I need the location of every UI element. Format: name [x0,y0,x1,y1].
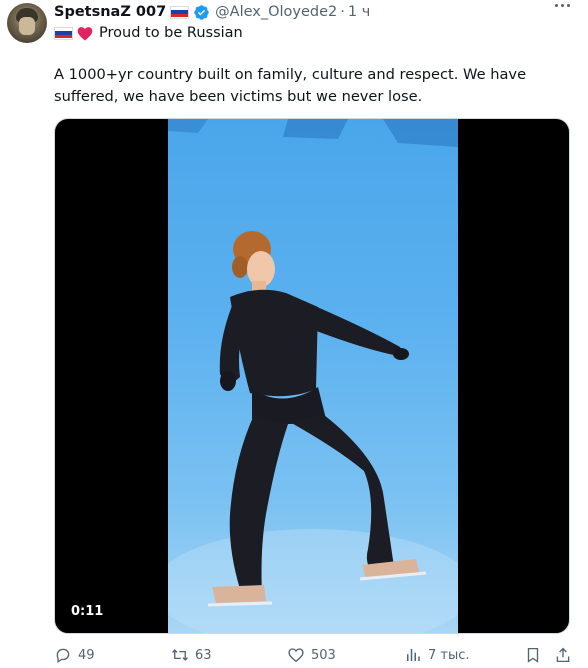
views-button[interactable]: 7 тыс. [404,646,470,664]
repost-icon [172,649,188,661]
share-icon [556,647,570,663]
russian-flag-icon [54,26,73,40]
bookmark-button[interactable] [524,646,542,664]
bookmark-icon [527,647,539,663]
like-count: 503 [311,647,336,663]
video-player[interactable]: 0:11 [54,118,570,634]
avatar[interactable] [7,3,47,43]
repost-count: 63 [195,647,212,663]
bio-line: Proud to be Russian [54,25,243,41]
timestamp[interactable]: 1 ч [348,4,370,20]
red-heart-icon [77,26,93,40]
reply-button[interactable]: 49 [54,646,95,664]
bio-text: Proud to be Russian [99,25,243,41]
verified-badge-icon[interactable] [193,4,210,21]
more-options-icon[interactable] [555,4,570,7]
share-button[interactable] [554,646,572,664]
analytics-icon [407,649,420,661]
user-handle[interactable]: @Alex_Oloyede2 [215,4,337,20]
tweet-text: A 1000+yr country built on family, cultu… [54,66,527,105]
repost-button[interactable]: 63 [171,646,212,664]
heart-icon [288,648,304,663]
skater-thumbnail [168,119,458,633]
video-duration: 0:11 [71,604,104,619]
action-bar: 49 63 503 7 тыс. [54,646,574,668]
russian-flag-icon [170,5,190,19]
like-button[interactable]: 503 [287,646,336,664]
tweet-header: SpetsnaZ 007 @Alex_Oloyede2 · 1 ч [54,2,370,22]
reply-icon [56,648,70,664]
display-name[interactable]: SpetsnaZ 007 [54,4,166,20]
tweet[interactable]: SpetsnaZ 007 @Alex_Oloyede2 · 1 ч Proud … [0,0,588,668]
separator-dot: · [340,4,345,20]
reply-count: 49 [78,647,95,663]
video-frame[interactable] [168,119,458,633]
views-count: 7 тыс. [428,647,470,663]
